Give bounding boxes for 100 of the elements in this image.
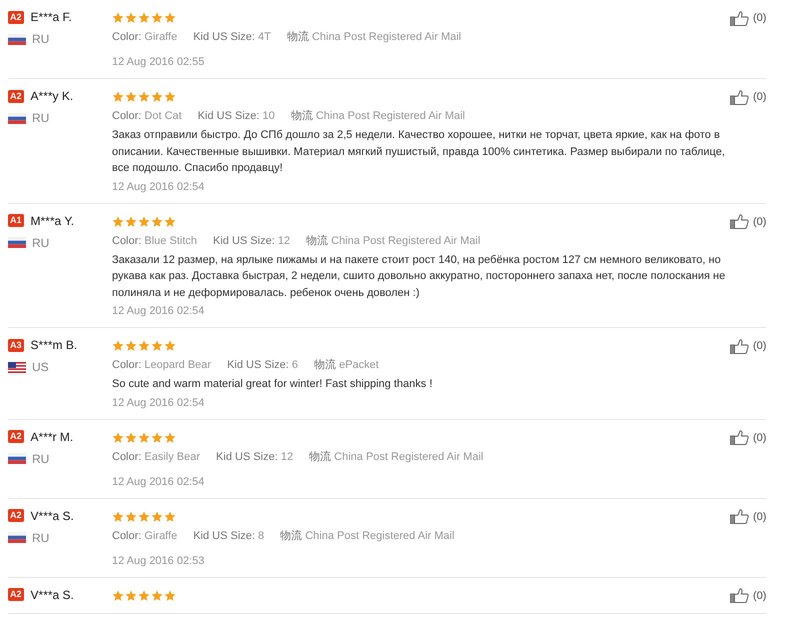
product-attribute: Color: Giraffe	[112, 528, 178, 544]
like-button[interactable]: (0)	[730, 89, 766, 106]
flag-icon	[8, 532, 26, 543]
star-icon	[112, 590, 124, 602]
level-badge: A2	[8, 90, 24, 102]
star-icon	[125, 12, 137, 24]
level-badge: A3	[8, 338, 24, 352]
star-icon	[164, 340, 176, 352]
review-date: 12 Aug 2016 02:54	[112, 474, 206, 490]
like-count: (0)	[753, 11, 766, 26]
product-attribute: Kid US Size: 10	[198, 109, 275, 124]
reviewer-name: V***a S.	[30, 586, 74, 604]
star-icon	[151, 216, 163, 228]
star-icon	[164, 216, 176, 228]
product-attribute: Kid US Size: 4T	[193, 30, 271, 45]
product-attribute: Color: Giraffe	[112, 30, 178, 45]
product-attribute: 物流 ePacket	[314, 358, 379, 373]
star-icon	[164, 12, 176, 24]
like-button[interactable]: (0)	[730, 430, 766, 446]
review-date: 12 Aug 2016 02:53	[112, 554, 206, 568]
like-count: (0)	[753, 430, 766, 446]
like-button[interactable]: (0)	[730, 588, 766, 604]
review-date: 12 Aug 2016 02:54	[112, 304, 206, 319]
like-count: (0)	[753, 339, 766, 354]
product-attribute: 物流 China Post Registered Air Mail	[280, 528, 454, 544]
star-icon	[125, 590, 137, 602]
flag-icon	[8, 362, 26, 372]
reviewer-name: V***a S.	[30, 508, 74, 524]
star-icon	[164, 432, 176, 444]
flag-icon	[8, 453, 26, 464]
flag-icon	[8, 34, 26, 44]
product-attribute: Color: Dot Cat	[112, 109, 182, 124]
flag-icon	[8, 112, 26, 124]
like-button[interactable]: (0)	[730, 338, 766, 354]
review-text: Заказали 12 размер, на ярлыке пижамы и на пакете стоит рост 140, на ребёнка ростом 127 см немного великовато, но рукава как раз. Доставка быстрая, 2 недели, сшито довольно аккуратно, постороннего запаха нет, после полоскания не полиняла и не деформировалась. ребенок очень доволен :)	[112, 252, 726, 300]
product-attribute: Kid US Size: 12	[213, 234, 290, 248]
like-button[interactable]: (0)	[730, 10, 766, 26]
reviewer-name: A***r M.	[30, 428, 74, 446]
level-badge: A2	[8, 588, 24, 601]
review-text: Заказ отправили быстро. До СПб дошло за 2,5 недели. Качество хорошее, нитки не торчат, цвета яркие, как на фото в описании. Качественные вышивки. Материал мягкий пушистый, правда 100% синтетика. Размер выбирали по таблице, все подошло. Спасибо продавцу!	[112, 128, 726, 176]
reviewer-name: E***a F.	[30, 9, 72, 26]
level-badge: A1	[8, 214, 24, 227]
product-attribute: Color: Leopard Bear	[112, 358, 212, 373]
star-icon	[138, 432, 150, 444]
star-icon	[151, 91, 163, 103]
level-badge: A2	[8, 509, 24, 522]
star-icon	[138, 216, 150, 228]
product-attribute: 物流 China Post Registered Air Mail	[306, 234, 480, 248]
product-attribute: Kid US Size: 8	[193, 528, 264, 544]
star-icon	[164, 510, 176, 522]
flag-icon	[8, 237, 26, 248]
product-attribute: Color: Easily Bear	[112, 450, 200, 464]
star-icon	[138, 510, 150, 522]
star-icon	[125, 432, 137, 444]
star-icon	[112, 12, 124, 24]
star-icon	[151, 590, 163, 602]
star-icon	[125, 216, 137, 228]
star-icon	[125, 510, 137, 522]
country-code: RU	[32, 31, 50, 48]
star-icon	[164, 91, 176, 103]
star-icon	[138, 12, 150, 24]
star-icon	[112, 340, 124, 352]
like-count: (0)	[753, 588, 766, 604]
star-icon	[151, 340, 163, 352]
thumbs-up-icon	[730, 90, 749, 105]
like-count: (0)	[753, 510, 766, 524]
level-badge: A2	[8, 430, 24, 443]
level-badge: A2	[8, 10, 24, 24]
country-code: RU	[32, 450, 50, 468]
thumbs-up-icon	[730, 10, 749, 26]
star-icon	[151, 432, 163, 444]
country-code: RU	[32, 110, 50, 127]
like-button[interactable]: (0)	[730, 508, 766, 525]
product-attribute: 物流 China Post Registered Air Mail	[290, 108, 466, 124]
star-icon	[112, 216, 124, 228]
thumbs-up-icon	[730, 430, 749, 446]
product-attribute: Kid US Size: 12	[216, 450, 294, 464]
product-attribute: 物流 China Post Registered Air Mail	[309, 450, 484, 464]
thumbs-up-icon	[730, 338, 749, 354]
star-icon	[138, 91, 150, 103]
reviewer-name: M***a Y.	[30, 212, 74, 230]
product-attribute: Color: Blue Stitch	[112, 234, 197, 248]
thumbs-up-icon	[730, 588, 749, 604]
star-icon	[164, 590, 176, 602]
star-icon	[112, 432, 124, 444]
star-icon	[112, 510, 124, 522]
product-attribute: Kid US Size: 6	[227, 358, 298, 373]
reviewer-name: A***y K.	[30, 88, 74, 105]
country-code: RU	[32, 234, 50, 252]
reviewer-name: S***m B.	[30, 337, 78, 354]
like-button[interactable]: (0)	[730, 214, 766, 230]
star-icon	[138, 590, 150, 602]
review-date: 12 Aug 2016 02:54	[112, 396, 206, 410]
star-icon	[151, 510, 163, 522]
thumbs-up-icon	[730, 509, 749, 524]
like-count: (0)	[753, 90, 766, 105]
review-text: So cute and warm material great for winter! Fast shipping thanks !	[112, 377, 434, 392]
review-date: 12 Aug 2016 02:55	[112, 55, 206, 70]
star-icon	[112, 91, 124, 103]
star-icon	[138, 340, 150, 352]
